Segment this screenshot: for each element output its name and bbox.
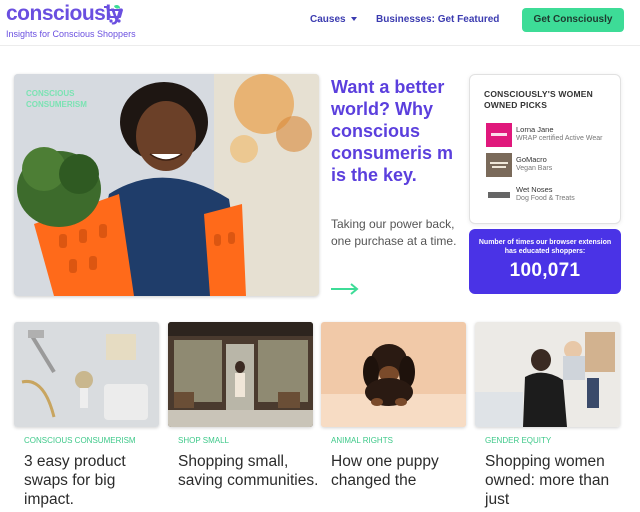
puppy-illustration (321, 322, 466, 427)
nav-businesses-get-featured[interactable]: Businesses: Get Featured (376, 14, 499, 25)
wet-noses-logo-icon (486, 183, 512, 207)
article-image[interactable] (168, 322, 313, 427)
arrow-right-icon[interactable] (330, 282, 360, 296)
hero-image[interactable]: CONSCIOUS CONSUMERISM (14, 74, 319, 296)
article-category[interactable]: SHOP SMALL (178, 436, 229, 445)
pick-description: Vegan Bars (516, 165, 553, 172)
pick-lorna-jane[interactable]: Lorna Jane WRAP certified Active Wear (486, 123, 616, 149)
article-category[interactable]: GENDER EQUITY (485, 436, 551, 445)
article-card[interactable]: SHOP SMALL Shopping small, saving commun… (168, 322, 318, 512)
nav-causes[interactable]: Causes (310, 14, 357, 25)
pick-name: Lorna Jane (516, 125, 554, 134)
article-title[interactable]: Shopping women owned: more than just (485, 452, 630, 509)
article-image[interactable] (475, 322, 620, 427)
article-title[interactable]: Shopping small, saving communities. (178, 452, 323, 490)
get-consciously-button[interactable]: Get Consciously (522, 8, 624, 32)
pick-gomacro[interactable]: GoMacro Vegan Bars (486, 153, 616, 179)
counter-value: 100,071 (509, 260, 581, 281)
article-image[interactable] (14, 322, 159, 427)
article-card[interactable]: GENDER EQUITY Shopping women owned: more… (475, 322, 620, 512)
article-card[interactable]: CONSCIOUS CONSUMERISM 3 easy product swa… (14, 322, 159, 512)
tagline: Insights for Conscious Shoppers (6, 29, 136, 39)
pick-name: GoMacro (516, 155, 547, 164)
nav-causes-label: Causes (310, 14, 346, 25)
hero-subtitle: Taking our power back, one purchase at a… (331, 217, 457, 248)
pick-description: WRAP certified Active Wear (516, 135, 603, 142)
article-title[interactable]: How one puppy changed the (331, 452, 476, 490)
site-header: consciously Insights for Conscious Shopp… (0, 0, 640, 46)
article-card[interactable]: ANIMAL RIGHTS How one puppy changed the (321, 322, 466, 512)
counter-label: Number of times our browser extension ha… (478, 239, 612, 255)
pick-wet-noses[interactable]: Wet Noses Dog Food & Treats (486, 183, 616, 209)
chevron-down-icon (350, 17, 357, 22)
hero-category-tag[interactable]: CONSCIOUS CONSUMERISM (26, 88, 96, 110)
article-category[interactable]: ANIMAL RIGHTS (331, 436, 393, 445)
hero-title[interactable]: Want a better world? Why conscious consu… (331, 76, 457, 186)
pick-name: Wet Noses (516, 185, 553, 194)
storefront-illustration (168, 322, 313, 427)
lorna-jane-logo-icon (486, 123, 512, 147)
women-owned-picks-card: CONSCIOUSLY'S WOMEN OWNED PICKS Lorna Ja… (469, 74, 621, 224)
gomacro-logo-icon (486, 153, 512, 177)
extension-counter: Number of times our browser extension ha… (469, 229, 621, 294)
article-category[interactable]: CONSCIOUS CONSUMERISM (24, 436, 136, 445)
picks-title: CONSCIOUSLY'S WOMEN OWNED PICKS (484, 89, 593, 110)
article-image[interactable] (321, 322, 466, 427)
product-swaps-illustration (14, 322, 159, 427)
article-title[interactable]: 3 easy product swaps for big impact. (24, 452, 169, 509)
pick-description: Dog Food & Treats (516, 195, 575, 202)
shopping-cart-icon (104, 4, 123, 23)
mother-and-child-illustration (475, 322, 620, 427)
